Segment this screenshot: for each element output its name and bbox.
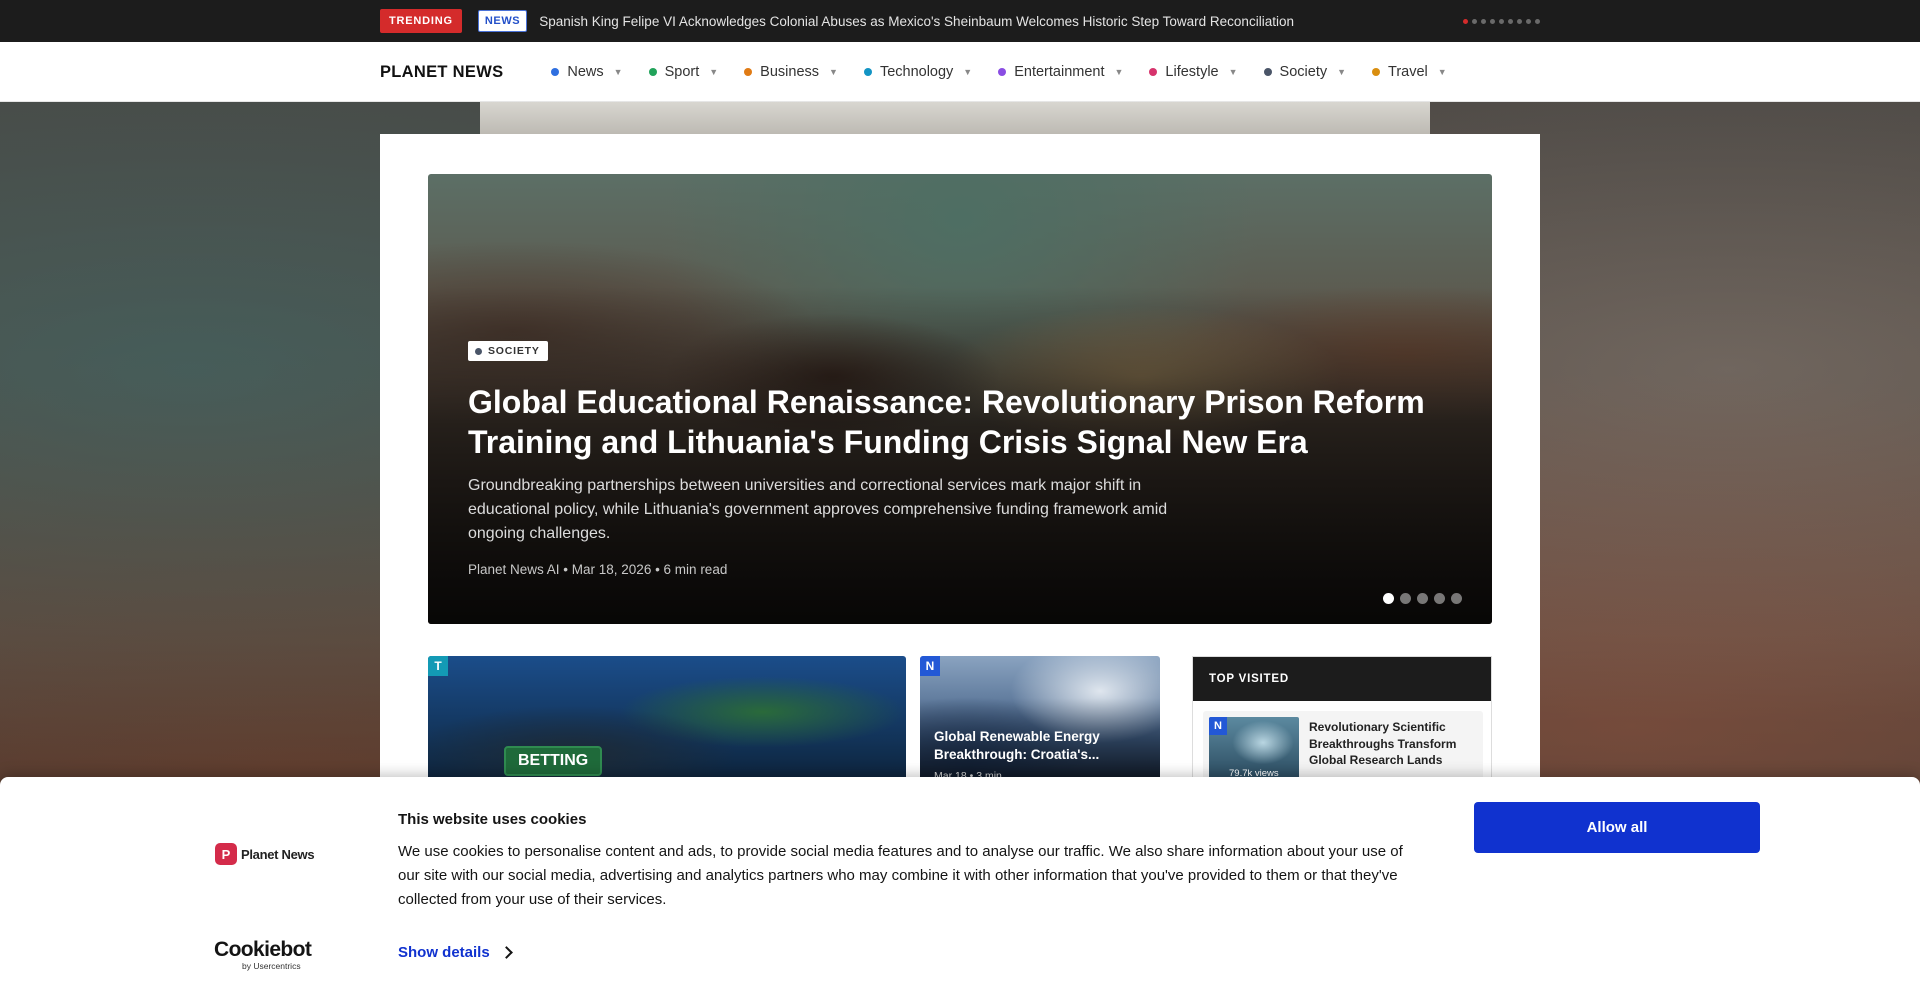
- ticker-dot[interactable]: [1508, 18, 1513, 24]
- nav-item-label: News: [567, 64, 604, 80]
- show-details-label: Show details: [398, 944, 490, 961]
- hero-title[interactable]: Global Educational Renaissance: Revoluti…: [468, 382, 1468, 462]
- ticker-category-badge: NEWS: [477, 10, 528, 32]
- nav-item-technology[interactable]: Technology ▼: [863, 64, 973, 80]
- betting-sign-image-text: BETTING: [504, 746, 603, 776]
- ticker-dot[interactable]: [1463, 18, 1468, 24]
- nav-dot-icon: [863, 68, 872, 76]
- category-letter-badge: N: [1209, 717, 1227, 735]
- ticker-dot[interactable]: [1490, 18, 1495, 24]
- ticker-dot[interactable]: [1517, 18, 1522, 24]
- chevron-down-icon: ▼: [1437, 67, 1447, 77]
- nav-dot-icon: [648, 68, 657, 76]
- category-dot-icon: [475, 347, 482, 355]
- nav-dot-icon: [998, 68, 1007, 76]
- chevron-down-icon: ▼: [1337, 67, 1347, 77]
- chevron-down-icon: ▼: [1114, 67, 1124, 77]
- cookiebot-subtitle: by Usercentrics: [242, 961, 301, 971]
- nav-item-label: Entertainment: [1014, 64, 1105, 80]
- hero-slide-dot[interactable]: [1434, 593, 1445, 604]
- nav-item-sport[interactable]: Sport ▼: [648, 64, 719, 80]
- hero-slide-dot[interactable]: [1417, 593, 1428, 604]
- nav-item-business[interactable]: Business ▼: [744, 64, 838, 80]
- chevron-right-icon: [499, 946, 513, 959]
- cookie-banner-text: We use cookies to personalise content an…: [398, 843, 1403, 908]
- cookiebot-name: Cookiebot: [214, 938, 312, 961]
- nav-dot-icon: [1372, 68, 1381, 76]
- hero-slide-dot[interactable]: [1400, 593, 1411, 604]
- chevron-down-icon: ▼: [613, 67, 623, 77]
- chevron-down-icon: ▼: [709, 67, 719, 77]
- hero-description: Groundbreaking partnerships between univ…: [468, 477, 1168, 542]
- brand-name: Planet News: [241, 846, 315, 862]
- nav-item-travel[interactable]: Travel ▼: [1372, 64, 1447, 80]
- top-visited-widget: TOP VISITED N 79.7k views Revolutionary …: [1192, 656, 1492, 796]
- site-logo[interactable]: PLANET NEWS: [380, 63, 503, 82]
- ticker-dot[interactable]: [1481, 18, 1486, 24]
- chevron-down-icon: ▼: [963, 67, 973, 77]
- top-visited-header: TOP VISITED: [1193, 657, 1491, 701]
- nav-dot-icon: [1263, 68, 1272, 76]
- background-newspaper-image: [480, 102, 1430, 134]
- top-visited-title[interactable]: Revolutionary Scientific Breakthroughs T…: [1309, 719, 1474, 769]
- category-letter-badge: T: [428, 656, 448, 676]
- ticker-pagination: [1463, 18, 1540, 24]
- nav-item-label: Sport: [664, 64, 700, 80]
- ticker-headline-link[interactable]: Spanish King Felipe VI Acknowledges Colo…: [539, 14, 1294, 29]
- planet-news-logo-icon: P: [215, 843, 237, 865]
- chevron-down-icon: ▼: [829, 67, 838, 77]
- nav-dot-icon: [1149, 68, 1158, 76]
- cookiebot-logo[interactable]: Cookiebot by Usercentrics: [214, 938, 312, 972]
- nav-item-society[interactable]: Society ▼: [1263, 64, 1347, 80]
- nav-item-label: Lifestyle: [1165, 64, 1219, 80]
- ticker-dot[interactable]: [1472, 18, 1477, 24]
- hero-slide-dot[interactable]: [1451, 593, 1462, 604]
- ticker-dot[interactable]: [1535, 18, 1540, 24]
- nav-item-label: Society: [1279, 64, 1328, 80]
- category-label: SOCIETY: [488, 345, 540, 357]
- allow-all-button[interactable]: Allow all: [1474, 802, 1760, 853]
- hero-slide[interactable]: SOCIETY Global Educational Renaissance: …: [428, 174, 1492, 624]
- hero-pagination: [1383, 593, 1462, 604]
- top-visited-thumbnail: N 79.7k views: [1209, 717, 1299, 781]
- nav-item-news[interactable]: News ▼: [551, 64, 623, 80]
- chevron-down-icon: ▼: [1228, 67, 1238, 77]
- cookie-consent-banner: P Planet News Cookiebot by Usercentrics …: [0, 777, 1920, 993]
- cookie-banner-title: This website uses cookies: [398, 811, 587, 828]
- nav-dot-icon: [551, 68, 560, 76]
- main-navigation: PLANET NEWS News ▼ Sport ▼ Business ▼ Technolo…: [0, 42, 1920, 102]
- nav-item-entertainment[interactable]: Entertainment ▼: [998, 64, 1123, 80]
- category-badge[interactable]: SOCIETY: [468, 341, 548, 361]
- site-brand-logo: P Planet News: [215, 843, 315, 865]
- nav-dot-icon: [744, 68, 753, 76]
- nav-item-label: Business: [760, 64, 820, 80]
- nav-item-label: Travel: [1388, 64, 1428, 80]
- category-letter-badge: N: [920, 656, 940, 676]
- nav-item-label: Technology: [879, 64, 954, 80]
- card-title[interactable]: Global Renewable Energy Breakthrough: Cr…: [934, 728, 1149, 764]
- article-card[interactable]: N Global Renewable Energy Breakthrough: …: [920, 656, 1160, 796]
- trending-ticker: TRENDING NEWS Spanish King Felipe VI Ack…: [0, 0, 1920, 42]
- ticker-dot[interactable]: [1526, 18, 1531, 24]
- nav-item-lifestyle[interactable]: Lifestyle ▼: [1149, 64, 1238, 80]
- show-details-link[interactable]: Show details: [398, 944, 513, 961]
- hero-slide-dot[interactable]: [1383, 593, 1394, 604]
- ticker-dot[interactable]: [1499, 18, 1504, 24]
- trending-badge: TRENDING: [380, 9, 462, 33]
- article-card[interactable]: T BETTING: [428, 656, 906, 796]
- hero-meta: Planet News AI • Mar 18, 2026 • 6 min re…: [468, 562, 728, 577]
